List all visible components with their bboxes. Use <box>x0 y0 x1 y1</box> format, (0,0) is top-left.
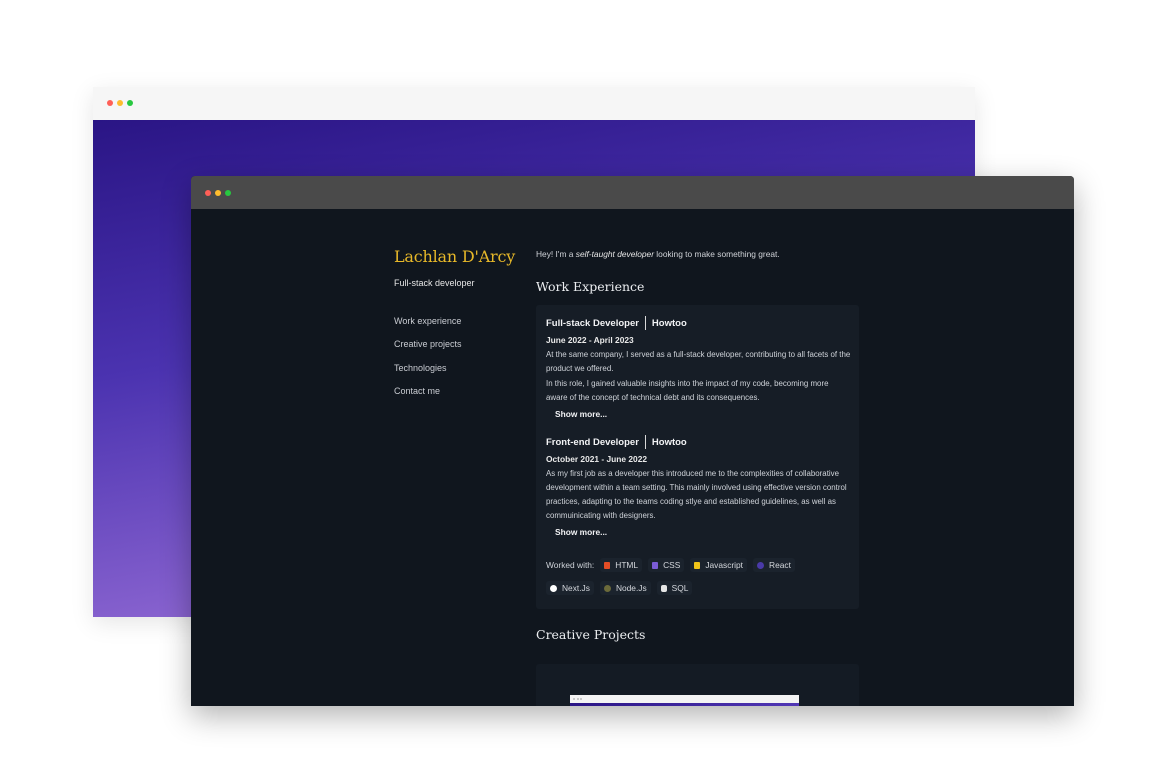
foreground-window-titlebar <box>191 176 1074 209</box>
intro-prefix: Hey! I'm a <box>536 249 576 259</box>
maximize-dot-icon[interactable] <box>127 100 133 106</box>
minimize-dot-icon[interactable] <box>117 100 123 106</box>
worked-with-label: Worked with: <box>546 560 595 570</box>
intro-emphasis: self-taught developer <box>575 249 654 259</box>
thumbnail-window-controls <box>573 698 582 700</box>
creative-projects-heading: Creative Projects <box>536 627 646 642</box>
tech-tag-label: HTML <box>615 560 639 570</box>
job-position: Full-stack Developer <box>546 317 639 329</box>
nodejs-icon <box>603 584 611 592</box>
intro-suffix: looking to make something great. <box>653 249 780 259</box>
job-company: Howtoo <box>651 317 687 329</box>
close-dot-icon[interactable] <box>205 190 211 196</box>
job-dates: June 2022 - April 2023 <box>546 335 634 345</box>
job-entry: Front-end Developer Howtoo October 2021 … <box>546 435 852 537</box>
tech-tag-label: Node.Js <box>615 583 647 593</box>
javascript-icon <box>694 561 701 569</box>
nav-item-work-experience[interactable]: Work experience <box>394 315 462 338</box>
nav-item-technologies[interactable]: Technologies <box>394 362 462 385</box>
job-position: Front-end Developer <box>546 436 639 448</box>
portfolio-page: Lachlan D'Arcy Full-stack developer Work… <box>191 209 1074 706</box>
divider <box>644 316 646 330</box>
profile-role: Full-stack developer <box>394 278 475 288</box>
css3-icon <box>652 561 659 569</box>
html5-icon <box>604 561 611 569</box>
intro-text: Hey! I'm a self-taught developer looking… <box>536 249 780 259</box>
worked-with-list: Worked with: HTML CSS Javascript React N… <box>546 558 852 595</box>
work-experience-card: Full-stack Developer Howtoo June 2022 - … <box>536 305 859 609</box>
tech-tag-nodejs: Node.Js <box>599 581 651 595</box>
nextjs-icon <box>550 584 557 592</box>
job-dates: October 2021 - June 2022 <box>546 454 648 464</box>
minimize-dot-icon[interactable] <box>215 190 221 196</box>
database-icon <box>660 584 667 592</box>
tech-tag-html: HTML <box>600 558 643 572</box>
job-company: Howtoo <box>651 436 687 448</box>
window-controls <box>205 190 231 196</box>
nav-item-contact-me[interactable]: Contact me <box>394 385 462 408</box>
tech-tag-label: SQL <box>671 583 689 593</box>
tech-tag-react: React <box>753 558 795 572</box>
tech-tag-nextjs: Next.Js <box>546 581 594 595</box>
side-navigation: Work experience Creative projects Techno… <box>394 315 462 408</box>
tech-tag-label: React <box>769 560 791 570</box>
maximize-dot-icon[interactable] <box>225 190 231 196</box>
job-title: Full-stack Developer Howtoo <box>546 316 852 330</box>
show-more-button[interactable]: Show more... <box>555 527 607 537</box>
tech-tag-label: Next.Js <box>562 583 590 593</box>
close-dot-icon[interactable] <box>107 100 113 106</box>
tech-tag-javascript: Javascript <box>690 558 748 572</box>
nav-item-creative-projects[interactable]: Creative projects <box>394 338 462 361</box>
thumbnail-titlebar <box>570 695 799 703</box>
divider <box>644 435 646 449</box>
project-card[interactable] <box>536 664 859 706</box>
window-controls <box>107 100 133 106</box>
show-more-button[interactable]: Show more... <box>555 409 607 419</box>
job-description: At the same company, I served as a full-… <box>546 350 851 373</box>
react-icon <box>757 561 765 569</box>
tech-tag-sql: SQL <box>656 581 693 595</box>
foreground-browser-window: Lachlan D'Arcy Full-stack developer Work… <box>191 176 1074 706</box>
profile-name: Lachlan D'Arcy <box>394 247 516 266</box>
tech-tag-label: Javascript <box>705 560 744 570</box>
project-thumbnail <box>570 695 799 706</box>
background-window-titlebar <box>93 87 975 120</box>
job-description: In this role, I gained valuable insights… <box>546 379 829 402</box>
tech-tag-css: CSS <box>648 558 685 572</box>
tech-tag-label: CSS <box>663 560 681 570</box>
thumbnail-gradient <box>570 703 799 706</box>
job-entry: Full-stack Developer Howtoo June 2022 - … <box>546 316 852 419</box>
job-description: As my first job as a developer this intr… <box>546 469 847 520</box>
job-title: Front-end Developer Howtoo <box>546 435 852 449</box>
work-experience-heading: Work Experience <box>536 279 645 294</box>
